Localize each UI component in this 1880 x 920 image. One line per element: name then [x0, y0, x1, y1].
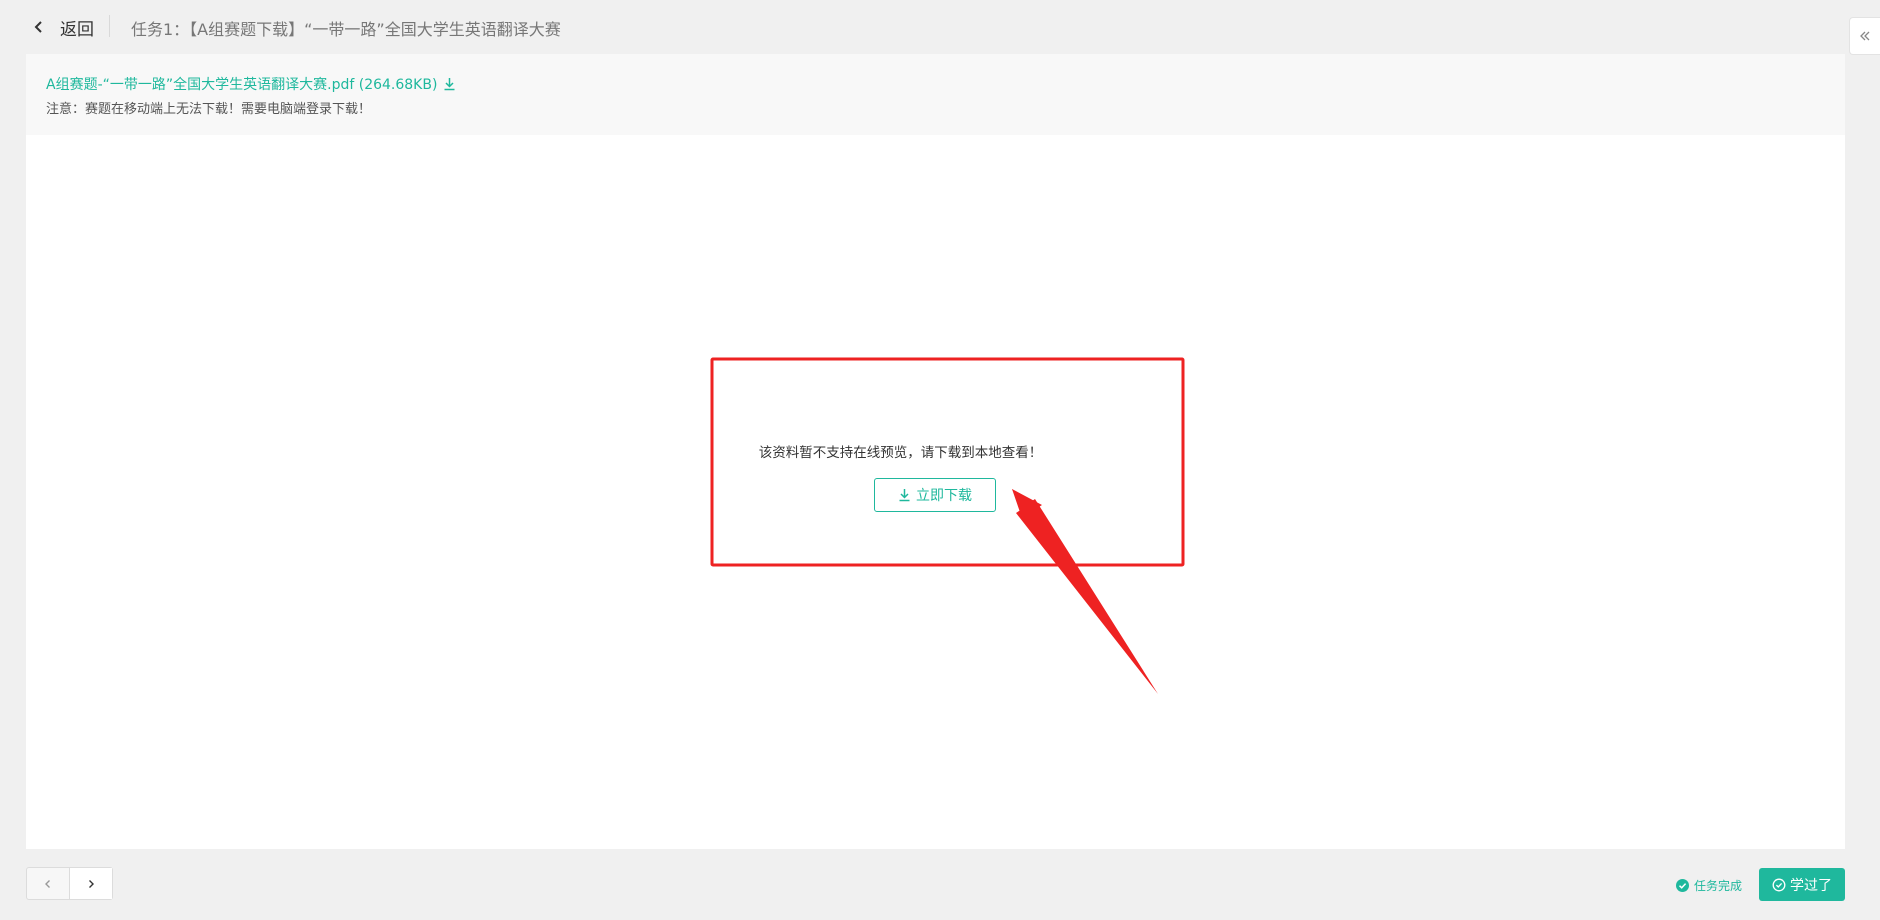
check-circle-icon [1676, 879, 1689, 892]
check-circle-outline-icon [1772, 878, 1786, 891]
download-now-button[interactable]: 立即下载 [874, 478, 996, 512]
sidebar-collapse-button[interactable] [1849, 17, 1880, 55]
chevron-left-icon [34, 21, 42, 33]
chevron-left-icon [45, 879, 50, 888]
preview-message: 该资料暂不支持在线预览，请下载到本地查看！ [758, 445, 1043, 461]
pager [26, 867, 113, 900]
page-title: 任务1：【A组赛题下载】“一带一路”全国大学生英语翻译大赛 [131, 20, 561, 39]
task-status-label: 任务完成 [1694, 879, 1743, 893]
file-note: 注意：赛题在移动端上无法下载！需要电脑端登录下载！ [46, 102, 372, 117]
prev-page-button[interactable] [27, 868, 70, 899]
learned-button[interactable]: 学过了 [1759, 868, 1845, 901]
download-icon [899, 489, 910, 502]
preview-message-row: 该资料暂不支持在线预览，请下载到本地查看！ [26, 441, 1845, 461]
chevron-right-icon [89, 879, 94, 888]
back-label: 返回 [60, 19, 94, 40]
back-button[interactable]: 返回 [30, 14, 94, 40]
double-chevron-left-icon [1860, 31, 1870, 41]
file-link-label: A组赛题-“一带一路”全国大学生英语翻译大赛.pdf (264.68KB) [46, 77, 438, 93]
download-now-label: 立即下载 [916, 488, 972, 504]
file-info-bar: A组赛题-“一带一路”全国大学生英语翻译大赛.pdf (264.68KB) 注意… [26, 54, 1845, 135]
learned-label: 学过了 [1790, 877, 1832, 894]
file-download-link[interactable]: A组赛题-“一带一路”全国大学生英语翻译大赛.pdf (264.68KB) [46, 74, 456, 94]
download-icon [444, 78, 455, 91]
content-panel: A组赛题-“一带一路”全国大学生英语翻译大赛.pdf (264.68KB) 注意… [26, 54, 1845, 849]
header-divider [109, 15, 110, 37]
task-status: 任务完成 [1676, 877, 1742, 894]
top-bar: 返回 任务1：【A组赛题下载】“一带一路”全国大学生英语翻译大赛 [0, 0, 1880, 54]
next-page-button[interactable] [70, 868, 112, 899]
